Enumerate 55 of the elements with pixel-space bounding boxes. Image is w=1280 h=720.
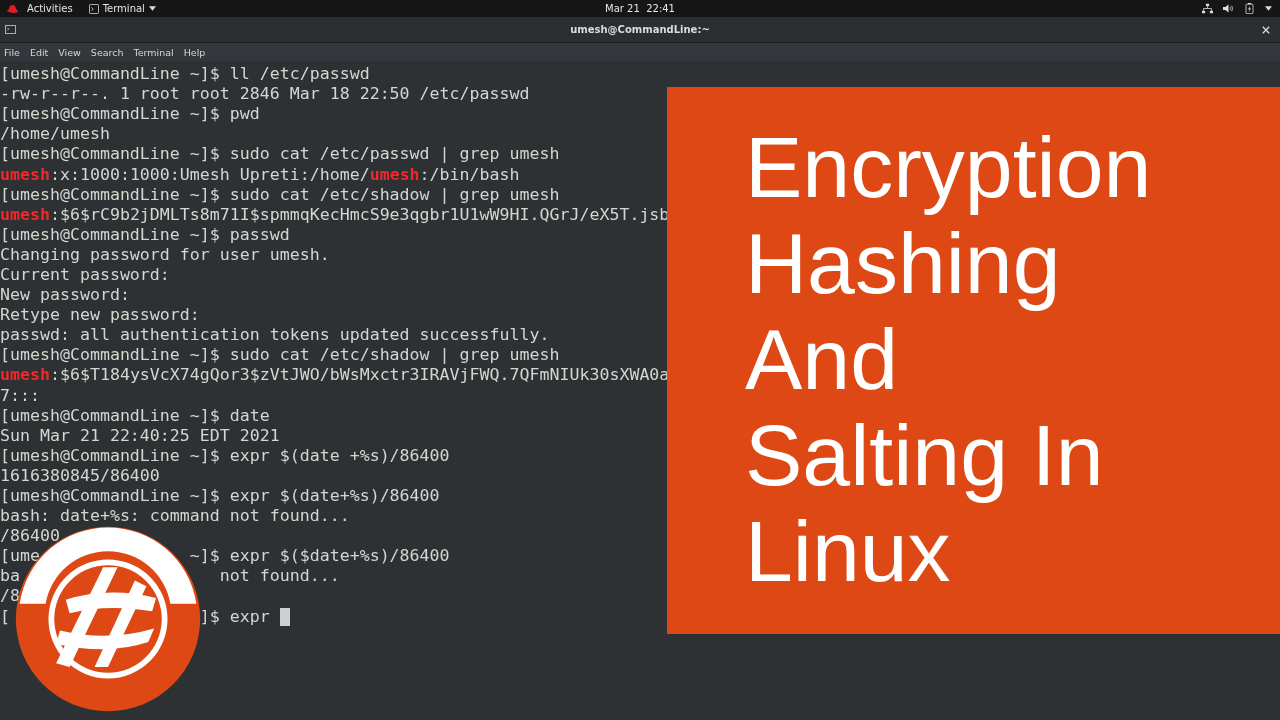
terminal-line: Changing password for user umesh. <box>0 244 330 265</box>
terminal-line: [umesh@CommandLine ~]$ ll /etc/passwd <box>0 64 370 85</box>
terminal-line: ~]$ expr $($date+%s)/86400 <box>189 546 450 567</box>
menu-item[interactable]: Search <box>90 46 124 58</box>
close-icon[interactable] <box>1262 25 1270 34</box>
terminal-line: /home/umesh <box>0 124 110 145</box>
terminal-line: Current password: <box>0 265 170 285</box>
banner-title: And <box>745 310 899 407</box>
terminal-line: /86400 <box>0 526 60 547</box>
terminal-line: bash: date+%s: command not found... <box>0 506 350 527</box>
terminal-line: ]$ expr <box>199 606 270 627</box>
terminal-line: Retype new password: <box>0 305 200 326</box>
terminal-line: -rw-r--r--. 1 root root 2846 Mar 18 22:50 /etc/passwd <box>0 84 530 105</box>
terminal-line: 1616380845/86400 <box>0 465 160 486</box>
terminal-line: [umesh@CommandLine ~]$ sudo cat /etc/passwd | grep umesh <box>0 144 560 165</box>
banner-title: Hashing <box>745 214 1061 311</box>
terminal-line: not found... <box>219 566 340 587</box>
banner-title: Linux <box>745 502 951 599</box>
terminal-icon <box>88 3 99 14</box>
caret-icon[interactable] <box>1265 6 1272 11</box>
terminal-line: [umesh@CommandLine ~]$ expr $(date +%s)/86400 <box>0 445 450 466</box>
network-icon[interactable] <box>1202 3 1213 14</box>
banner-title: Encryption <box>745 118 1152 215</box>
menu-item[interactable]: Help <box>183 46 206 58</box>
terminal-line: [umesh@CommandLine ~]$ pwd <box>0 104 260 125</box>
terminal-line: [umesh@CommandLine ~]$ passwd <box>0 224 290 245</box>
terminal-line: [ume <box>0 546 40 567</box>
banner-title: Salting In <box>745 406 1104 503</box>
app-menu[interactable]: Terminal <box>88 3 156 14</box>
terminal-icon <box>5 25 16 34</box>
terminal-line: 7::: <box>0 385 40 406</box>
terminal-line: umesh:$6$rC9b2jDMLTs8m71I$spmmqKecHmcS9e3qgbr1U1wW9HI.QGrJ/eX5T.jsb <box>0 204 670 225</box>
menu-item[interactable]: File <box>4 46 20 58</box>
menu-item[interactable]: View <box>58 46 81 58</box>
terminal-line: [umesh@CommandLine ~]$ sudo cat /etc/shadow | grep umesh <box>0 184 560 205</box>
window-title: umesh@CommandLine:~ <box>570 24 710 35</box>
activities-button[interactable]: Activities <box>27 3 73 14</box>
clock[interactable]: Mar 21 22:41 <box>605 3 675 14</box>
terminal-line: /8 <box>0 586 20 607</box>
battery-icon[interactable] <box>1244 3 1255 14</box>
terminal-line: [umesh@CommandLine ~]$ expr $(date+%s)/86400 <box>0 486 440 506</box>
terminal-line: ba <box>0 566 20 587</box>
terminal-line: [ <box>0 606 10 627</box>
menu-item[interactable]: Edit <box>29 46 49 58</box>
terminal-line: passwd: all authentication tokens updated successfully. <box>0 325 550 346</box>
terminal-line: New password: <box>0 285 130 306</box>
terminal-line: umesh:$6$T184ysVcX74gQor3$zVtJWO/bWsMxctr3IRAVjFWQ.7QFmNIUk30sXWA0a <box>0 365 670 386</box>
caret-icon <box>148 6 156 11</box>
terminal-line: umesh:x:1000:1000:Umesh Upreti:/home/umesh:/bin/bash <box>0 164 520 185</box>
volume-icon[interactable] <box>1223 3 1234 14</box>
terminal-line: [umesh@CommandLine ~]$ sudo cat /etc/shadow | grep umesh <box>0 345 560 366</box>
terminal-line: [umesh@CommandLine ~]$ date <box>0 405 270 426</box>
hat-icon <box>6 3 19 14</box>
terminal-line: Sun Mar 21 22:40:25 EDT 2021 <box>0 425 280 446</box>
menu-item[interactable]: Terminal <box>133 46 174 58</box>
